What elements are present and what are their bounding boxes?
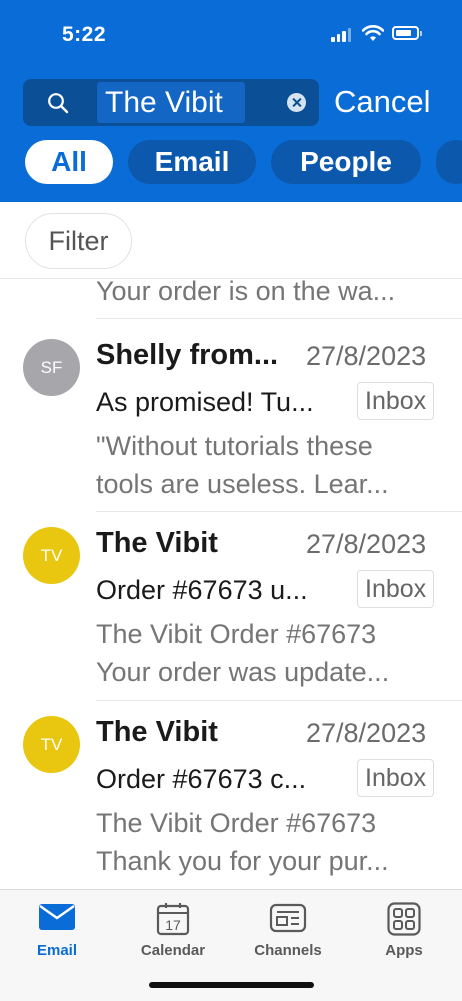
divider <box>96 318 462 319</box>
email-subject: As promised! Tu... <box>96 387 314 417</box>
mail-icon <box>39 904 75 930</box>
avatar: SF <box>23 339 80 396</box>
tab-bar-calendar-label: Calendar <box>140 942 206 959</box>
email-date: 27/8/2023 <box>306 529 427 559</box>
folder-badge: Inbox <box>357 382 435 420</box>
search-query-text[interactable]: The Vibit <box>105 86 223 120</box>
divider <box>96 511 462 512</box>
tab-bar-calendar[interactable]: 17 Calendar <box>128 898 218 968</box>
email-sender: Shelly from... <box>96 339 279 371</box>
tab-bar-apps[interactable]: Apps <box>359 898 449 968</box>
tab-bar-channels-label: Channels <box>254 942 322 959</box>
email-preview: The Vibit Order #67673 Thank you for you… <box>96 804 436 880</box>
email-row[interactable]: TV The Vibit 27/8/2023 Order #67673 u...… <box>0 527 462 707</box>
battery-icon <box>392 26 422 40</box>
apps-grid-icon <box>387 902 421 936</box>
email-sender: The Vibit <box>96 527 218 559</box>
channels-icon <box>269 903 307 933</box>
email-date: 27/8/2023 <box>306 341 427 371</box>
email-row[interactable]: SF Shelly from... 27/8/2023 As promised!… <box>0 339 462 519</box>
tab-email[interactable]: Email <box>128 140 256 184</box>
tab-bar-apps-label: Apps <box>385 942 423 959</box>
avatar: TV <box>23 527 80 584</box>
tab-bar-channels[interactable]: Channels <box>243 898 333 968</box>
email-row[interactable]: TV The Vibit 27/8/2023 Order #67673 c...… <box>0 716 462 896</box>
search-field[interactable]: The Vibit <box>23 79 319 126</box>
folder-badge: Inbox <box>357 759 435 797</box>
tab-more-partial[interactable] <box>436 140 462 184</box>
tab-bar-email-label: Email <box>36 942 78 959</box>
tab-people[interactable]: People <box>271 140 421 184</box>
tab-all[interactable]: All <box>25 140 113 184</box>
filter-button[interactable]: Filter <box>25 213 132 269</box>
home-indicator[interactable] <box>149 982 314 988</box>
email-sender: The Vibit <box>96 716 218 748</box>
wifi-icon <box>362 25 384 41</box>
divider <box>96 700 462 701</box>
email-preview-line: tools are useless. Lear... <box>96 469 389 499</box>
email-preview-line: Your order was update... <box>96 657 390 687</box>
email-subject: Order #67673 u... <box>96 575 308 605</box>
email-preview-line: The Vibit Order #67673 <box>96 619 377 649</box>
status-time: 5:22 <box>62 23 107 46</box>
email-date: 27/8/2023 <box>306 718 427 748</box>
email-preview: "Without tutorials these tools are usele… <box>96 427 436 503</box>
calendar-icon: 17 <box>156 903 190 936</box>
search-header: 5:22 The Vibit Cancel All Email People <box>0 0 462 202</box>
email-preview: The Vibit Order #67673 Your order was up… <box>96 615 436 691</box>
filter-bar: Filter <box>0 202 462 279</box>
avatar: TV <box>23 716 80 773</box>
email-preview-line: "Without tutorials these <box>96 431 373 461</box>
clear-search-icon[interactable] <box>287 93 306 112</box>
partial-email-preview[interactable]: Your order is on the wa... <box>96 276 395 307</box>
email-preview-line: The Vibit Order #67673 <box>96 808 377 838</box>
search-icon <box>48 93 69 114</box>
cancel-button[interactable]: Cancel <box>334 84 431 120</box>
cellular-signal-icon <box>331 27 351 42</box>
email-preview-line: Thank you for your pur... <box>96 846 389 876</box>
email-subject: Order #67673 c... <box>96 764 307 794</box>
folder-badge: Inbox <box>357 570 435 608</box>
calendar-icon-day: 17 <box>165 917 181 933</box>
status-bar: 5:22 <box>0 0 462 70</box>
tab-bar-email[interactable]: Email <box>12 898 102 968</box>
